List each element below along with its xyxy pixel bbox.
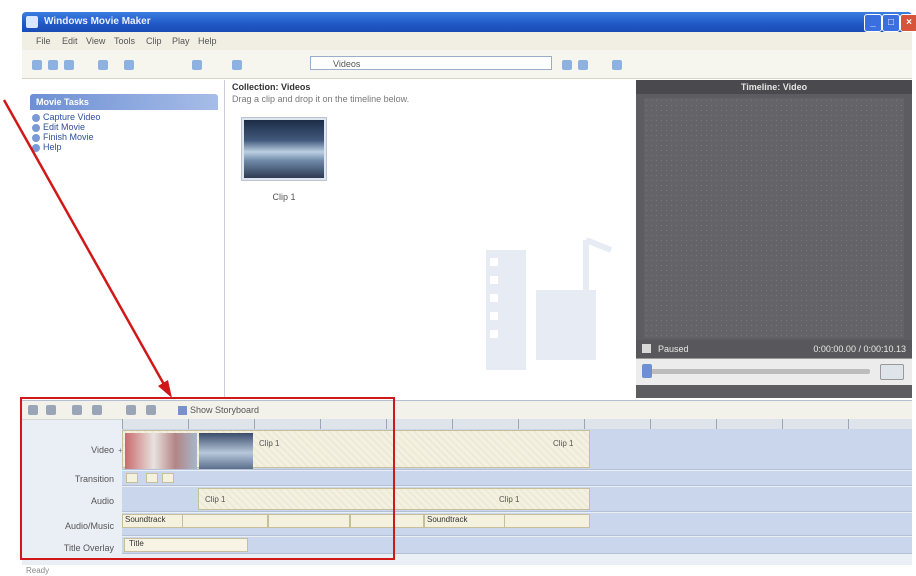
monitor-time: 0:00:00.00 / 0:00:10.13 bbox=[813, 344, 906, 354]
new-project-icon bbox=[32, 59, 42, 70]
music-clip[interactable]: Soundtrack bbox=[424, 514, 506, 528]
task-label: Finish Movie bbox=[43, 132, 94, 142]
task-capture-video[interactable]: Capture Video bbox=[32, 112, 100, 122]
save-icon bbox=[64, 59, 74, 70]
collection-dropdown[interactable]: Videos bbox=[310, 56, 552, 70]
audio-clip-label: Clip 1 bbox=[499, 495, 520, 504]
menu-edit[interactable]: Edit bbox=[62, 36, 78, 46]
open-folder-icon bbox=[48, 59, 58, 70]
collection-hint: Drag a clip and drop it on the timeline … bbox=[232, 94, 410, 104]
split-clip-button[interactable] bbox=[880, 364, 904, 380]
new-folder-icon bbox=[578, 59, 588, 70]
menu-bar: File Edit View Tools Clip Play Help bbox=[22, 32, 912, 50]
status-bar: Ready bbox=[22, 566, 912, 576]
collections-toggle-button[interactable] bbox=[232, 56, 245, 72]
menu-help[interactable]: Help bbox=[198, 36, 217, 46]
clip-thumbnail[interactable] bbox=[242, 118, 326, 180]
edit-icon bbox=[32, 123, 40, 132]
collections-icon bbox=[232, 59, 242, 70]
monitor-status-bar: Paused 0:00:00.00 / 0:00:10.13 bbox=[636, 340, 912, 358]
collection-up-button[interactable] bbox=[562, 56, 575, 72]
tasks-header[interactable]: Movie Tasks bbox=[30, 94, 218, 110]
seek-track[interactable] bbox=[650, 369, 870, 374]
status-text: Ready bbox=[26, 566, 50, 575]
task-edit-movie[interactable]: Edit Movie bbox=[32, 122, 85, 132]
tasks-icon bbox=[192, 59, 202, 70]
monitor-status: Paused bbox=[658, 344, 689, 354]
preview-screen bbox=[644, 98, 904, 338]
minimize-button[interactable]: _ bbox=[864, 14, 882, 32]
music-clip[interactable] bbox=[504, 514, 590, 528]
help-icon bbox=[32, 143, 40, 152]
undo-icon bbox=[98, 59, 108, 70]
movie-maker-app-icon bbox=[26, 16, 38, 28]
finish-icon bbox=[32, 133, 40, 142]
task-label: Edit Movie bbox=[43, 122, 86, 132]
new-project-button[interactable] bbox=[32, 56, 45, 72]
redo-icon bbox=[124, 59, 134, 70]
task-finish-movie[interactable]: Finish Movie bbox=[32, 132, 94, 142]
capture-icon bbox=[32, 113, 40, 122]
redo-button[interactable] bbox=[124, 56, 137, 72]
clip-label: Clip 1 bbox=[272, 192, 296, 202]
menu-view[interactable]: View bbox=[86, 36, 105, 46]
title-bar: Windows Movie Maker _ □ × bbox=[22, 12, 916, 32]
window-title: Windows Movie Maker bbox=[44, 16, 151, 27]
views-button[interactable] bbox=[612, 56, 625, 72]
up-arrow-icon bbox=[562, 59, 572, 70]
maximize-button[interactable]: □ bbox=[882, 14, 900, 32]
menu-file[interactable]: File bbox=[36, 36, 51, 46]
task-label: Help bbox=[43, 142, 62, 152]
collection-title: Collection: Videos bbox=[232, 82, 311, 92]
annotation-highlight-box bbox=[20, 397, 395, 560]
preview-monitor: Timeline: Video Paused 0:00:00.00 / 0:00… bbox=[636, 80, 912, 398]
task-label: Capture Video bbox=[43, 112, 101, 122]
collection-pane: Collection: Videos Drag a clip and drop … bbox=[226, 80, 634, 398]
new-collection-button[interactable] bbox=[578, 56, 591, 72]
save-project-button[interactable] bbox=[64, 56, 77, 72]
video-clip-label: Clip 1 bbox=[553, 439, 574, 448]
task-help[interactable]: Help bbox=[32, 142, 62, 152]
menu-clip[interactable]: Clip bbox=[146, 36, 162, 46]
menu-play[interactable]: Play bbox=[172, 36, 190, 46]
movie-tasks-pane: Movie Tasks Capture Video Edit Movie Fin… bbox=[22, 80, 225, 398]
monitor-title: Timeline: Video bbox=[636, 80, 912, 94]
film-music-watermark-icon bbox=[486, 237, 613, 370]
seek-thumb[interactable] bbox=[642, 364, 652, 378]
seek-bar-area bbox=[636, 358, 912, 385]
tasks-toggle-button[interactable] bbox=[192, 56, 205, 72]
open-project-button[interactable] bbox=[48, 56, 61, 72]
menu-tools[interactable]: Tools bbox=[114, 36, 135, 46]
views-icon bbox=[612, 59, 622, 70]
close-button[interactable]: × bbox=[900, 14, 916, 32]
stop-icon[interactable] bbox=[642, 344, 651, 353]
undo-button[interactable] bbox=[98, 56, 111, 72]
